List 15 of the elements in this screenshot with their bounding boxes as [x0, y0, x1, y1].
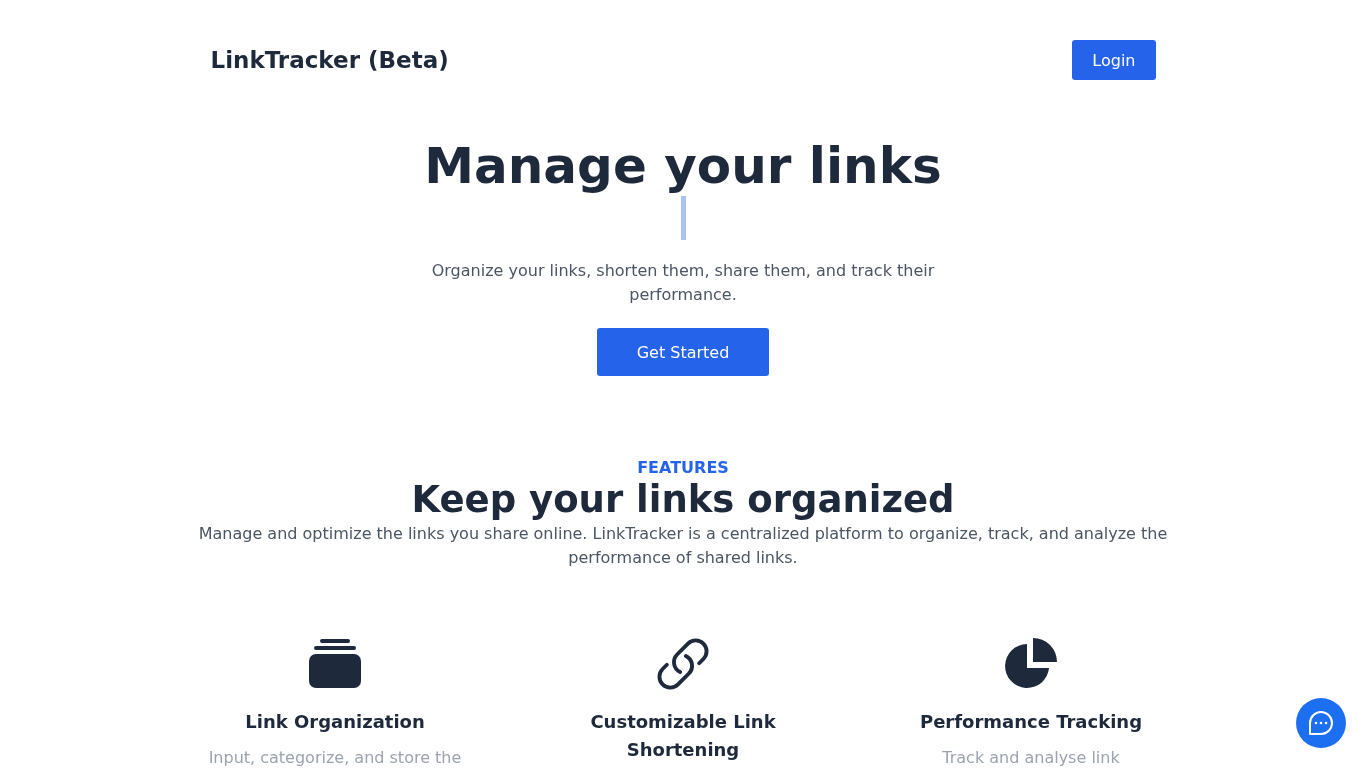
get-started-button[interactable]: Get Started — [596, 328, 770, 376]
feature-title: Performance Tracking — [918, 710, 1143, 734]
section-eyebrow: FEATURES — [637, 458, 729, 478]
feature-description: Input, categorize, and store the — [208, 747, 462, 768]
chat-bubble-icon — [1307, 709, 1335, 737]
chat-button[interactable] — [1296, 698, 1346, 748]
feature-description: Track and analyse link — [942, 747, 1120, 768]
hero-subtitle: Organize your links, shorten them, share them, and track their performance. — [430, 260, 936, 306]
brand-logo-text: LinkTracker (Beta) — [210, 47, 449, 73]
section-description: Manage and optimize the links you share online. LinkTracker is a centralized platform to organize, track, and analyze the performance of shared links. — [197, 523, 1169, 569]
feature-title: Link Organization — [244, 710, 426, 734]
feature-title: Customizable Link Shortening — [589, 710, 777, 762]
login-button[interactable]: Login — [1072, 40, 1156, 80]
hero-title: Manage your links — [424, 136, 942, 196]
section-title: Keep your links organized — [411, 478, 955, 522]
